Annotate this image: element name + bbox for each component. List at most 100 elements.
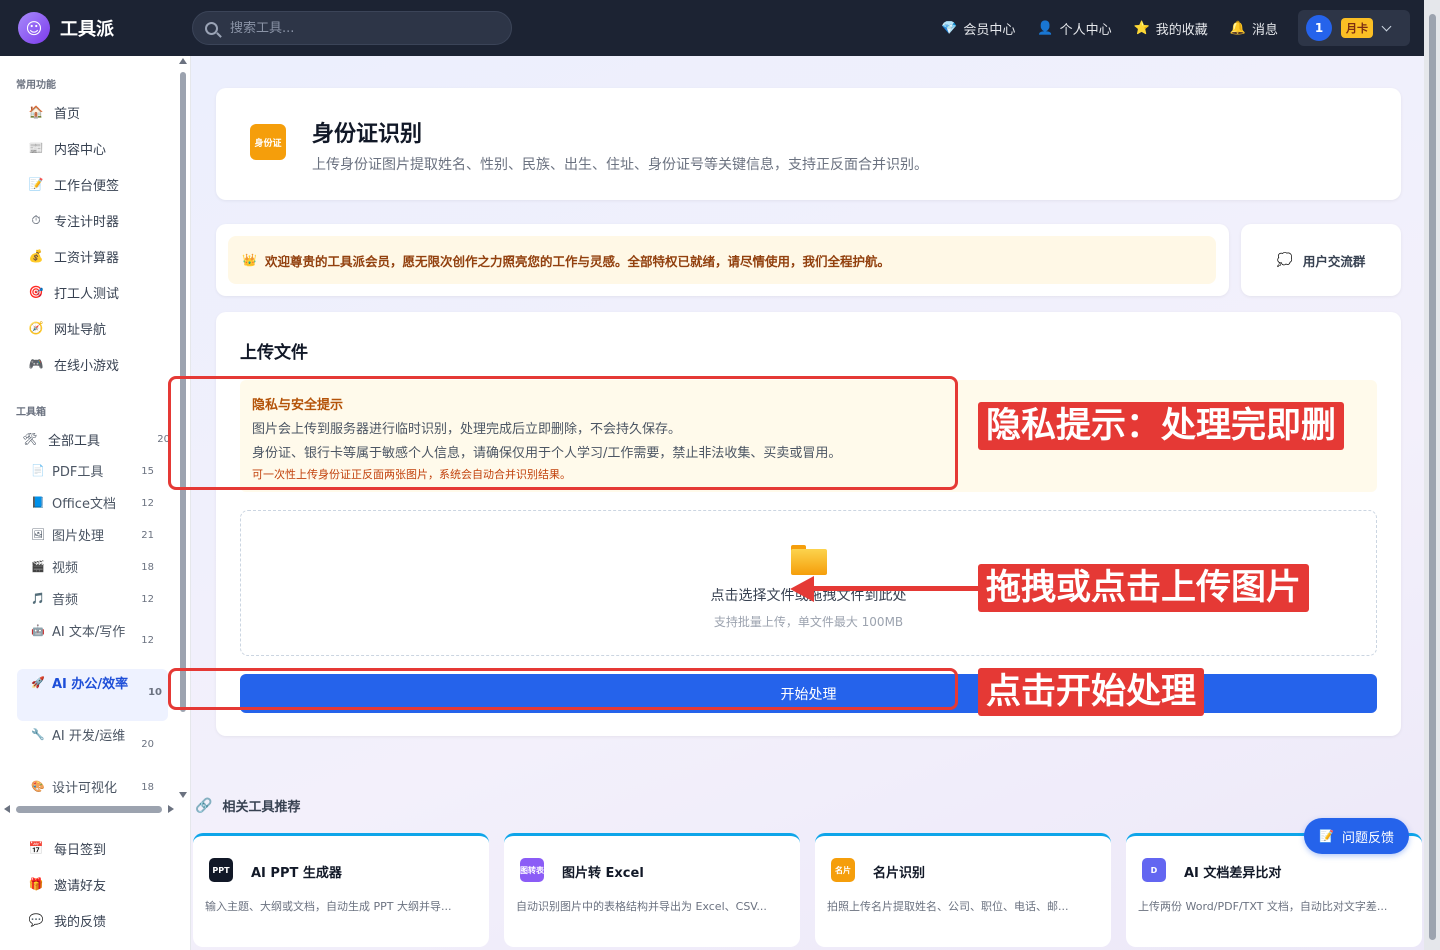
related-tool-desc: 拍照上传名片提取姓名、公司、职位、电话、邮...: [827, 900, 1069, 913]
upload-section-title: 上传文件: [240, 343, 308, 363]
sidebar-item-label: 视频: [52, 561, 79, 576]
search-box[interactable]: [192, 11, 512, 45]
gamepad-icon: 🎮: [28, 357, 44, 371]
annotation-label-privacy: 隐私提示：处理完即删: [978, 402, 1345, 450]
nav-member-center[interactable]: 💎 会员中心: [941, 19, 1015, 38]
user-menu[interactable]: 1 月卡: [1298, 10, 1410, 46]
annotation-arrow: [790, 574, 978, 604]
related-tool-card[interactable]: 图转表 图片转 Excel 自动识别图片中的表格结构并导出为 Excel、CSV…: [504, 833, 800, 947]
chevron-down-icon: [1381, 21, 1392, 31]
sidebar-item-focus-timer[interactable]: ⏱ 专注计时器: [20, 205, 170, 235]
logo-icon: ☺: [18, 12, 50, 44]
target-icon: 🎯: [28, 285, 44, 299]
wrench-icon: 🔧: [31, 728, 45, 741]
sidebar-item-label: 设计可视化: [52, 781, 118, 796]
sidebar-item-label: 全部工具: [48, 433, 101, 449]
rocket-icon: 🚀: [31, 676, 45, 689]
feedback-label: 问题反馈: [1341, 830, 1394, 846]
scroll-left-icon[interactable]: [4, 805, 10, 813]
sidebar-item-video[interactable]: 🎬 视频 18: [30, 559, 160, 579]
ppt-icon: PPT: [209, 858, 233, 882]
sidebar-item-worker-test[interactable]: 🎯 打工人测试: [20, 277, 170, 307]
page-scrollbar[interactable]: [1424, 0, 1440, 950]
nav-label: 消息: [1251, 22, 1278, 38]
sidebar-item-daily-checkin[interactable]: 📅 每日签到: [20, 833, 170, 863]
nav-label: 会员中心: [963, 22, 1016, 38]
top-nav: 💎 会员中心 👤 个人中心 ⭐ 我的收藏 🔔 消息 1 月卡: [919, 10, 1440, 46]
business-card-icon: 名片: [831, 858, 855, 882]
count-badge: 12: [141, 635, 154, 646]
timer-icon: ⏱: [31, 212, 41, 227]
top-bar: ☺ 工具派 💎 会员中心 👤 个人中心 ⭐ 我的收藏 🔔 消息 1 月卡: [0, 0, 1440, 56]
image-to-table-icon: 图转表: [520, 858, 544, 882]
sidebar-item-label: 邀请好友: [54, 878, 107, 894]
sidebar-item-audio[interactable]: 🎵 音频 12: [30, 591, 160, 611]
sidebar-item-office[interactable]: 📘 Office文档 12: [30, 495, 160, 515]
sidebar-item-label: Office文档: [52, 497, 116, 512]
nav-favorites[interactable]: ⭐ 我的收藏: [1134, 19, 1208, 38]
related-tool-desc: 自动识别图片中的表格结构并导出为 Excel、CSV...: [516, 900, 767, 913]
annotation-label-upload: 拖拽或点击上传图片: [978, 564, 1310, 612]
sidebar-item-all-tools[interactable]: 🛠 全部工具 20: [14, 424, 170, 454]
sidebar-item-design[interactable]: 🎨 设计可视化 18: [30, 779, 160, 799]
nav-messages[interactable]: 🔔 消息: [1230, 19, 1278, 38]
user-icon: 👤: [1037, 20, 1054, 36]
gift-icon: 🎁: [28, 877, 44, 891]
welcome-text: 欢迎尊贵的工具派会员，愿无限次创作之力照亮您的工作与灵感。全部特权已就绪，请尽情…: [264, 253, 890, 269]
music-icon: 🎵: [31, 592, 45, 605]
sidebar-item-pdf[interactable]: 📄 PDF工具 15: [30, 463, 160, 483]
sidebar-item-content-center[interactable]: 📰 内容中心: [20, 133, 170, 163]
dropzone-hint: 支持批量上传，单文件最大 100MB: [713, 615, 904, 629]
nav-personal-center[interactable]: 👤 个人中心: [1037, 19, 1111, 38]
sidebar-item-ai-office[interactable]: 🚀 AI 办公/效率 10: [17, 669, 168, 721]
crown-icon: 👑: [242, 253, 257, 267]
scroll-thumb[interactable]: [1429, 14, 1436, 940]
bell-icon: 🔔: [1229, 20, 1246, 36]
sidebar-item-image[interactable]: 🖼 图片处理 21: [30, 527, 160, 547]
brand-name: 工具派: [60, 19, 114, 40]
sidebar-item-games[interactable]: 🎮 在线小游戏: [20, 349, 170, 379]
avatar: 1: [1306, 15, 1332, 41]
diff-icon: D: [1142, 858, 1166, 882]
sidebar-item-label: 首页: [54, 106, 81, 122]
pdf-icon: 📄: [31, 464, 45, 477]
sidebar-item-invite[interactable]: 🎁 邀请好友: [20, 869, 170, 899]
folder-icon: [791, 545, 827, 575]
sidebar-item-home[interactable]: 🏠 首页: [20, 97, 170, 127]
diamond-icon: 💎: [941, 20, 958, 36]
feedback-button[interactable]: 📝 问题反馈: [1304, 818, 1409, 854]
video-icon: 🎬: [31, 560, 45, 573]
sidebar-item-my-feedback[interactable]: 💬 我的反馈: [20, 905, 170, 935]
scroll-right-icon[interactable]: [168, 805, 174, 813]
sidebar: 常用功能 🏠 首页 📰 内容中心 📝 工作台便签 ⏱ 专注计时器 💰 工资计算器…: [0, 56, 191, 950]
count-badge: 20: [141, 739, 154, 750]
related-tool-title: AI 文档差异比对: [1184, 866, 1282, 881]
tool-header-card: 身份证 身份证识别 上传身份证图片提取姓名、性别、民族、出生、住址、身份证号等关…: [216, 88, 1401, 200]
sidebar-item-notes[interactable]: 📝 工作台便签: [20, 169, 170, 199]
sidebar-item-url-nav[interactable]: 🧭 网址导航: [20, 313, 170, 343]
brand-logo[interactable]: ☺ 工具派: [18, 12, 188, 44]
sidebar-item-label: PDF工具: [52, 465, 104, 480]
related-tools-header: 🔗 相关工具推荐: [195, 796, 301, 816]
scroll-thumb[interactable]: [16, 806, 162, 813]
related-tools-title: 相关工具推荐: [222, 800, 301, 815]
welcome-card: 👑 欢迎尊贵的工具派会员，愿无限次创作之力照亮您的工作与灵感。全部特权已就绪，请…: [216, 224, 1229, 296]
sidebar-item-salary-calculator[interactable]: 💰 工资计算器: [20, 241, 170, 271]
count-badge: 12: [141, 498, 154, 509]
scroll-up-icon[interactable]: [179, 58, 187, 64]
user-group-button[interactable]: 💭 用户交流群: [1241, 224, 1401, 296]
memo-icon: 📝: [28, 177, 44, 191]
sidebar-item-label: 网址导航: [54, 322, 107, 338]
nav-label: 个人中心: [1059, 22, 1112, 38]
palette-icon: 🎨: [31, 780, 45, 793]
related-tool-card[interactable]: 名片 名片识别 拍照上传名片提取姓名、公司、职位、电话、邮...: [815, 833, 1111, 947]
related-tool-card[interactable]: PPT AI PPT 生成器 输入主题、大纲或文档，自动生成 PPT 大纲并导.…: [193, 833, 489, 947]
sidebar-horizontal-scrollbar[interactable]: [4, 804, 174, 814]
link-icon: 🔗: [195, 797, 213, 814]
id-card-icon: 身份证: [250, 124, 286, 160]
sidebar-item-ai-devops[interactable]: 🔧 AI 开发/运维 20: [30, 727, 160, 750]
sidebar-item-ai-writing[interactable]: 🤖 AI 文本/写作 12: [30, 623, 160, 646]
scroll-down-icon[interactable]: [179, 792, 187, 798]
search-input[interactable]: [230, 20, 470, 36]
main-content: 身份证 身份证识别 上传身份证图片提取姓名、性别、民族、出生、住址、身份证号等关…: [191, 56, 1424, 950]
